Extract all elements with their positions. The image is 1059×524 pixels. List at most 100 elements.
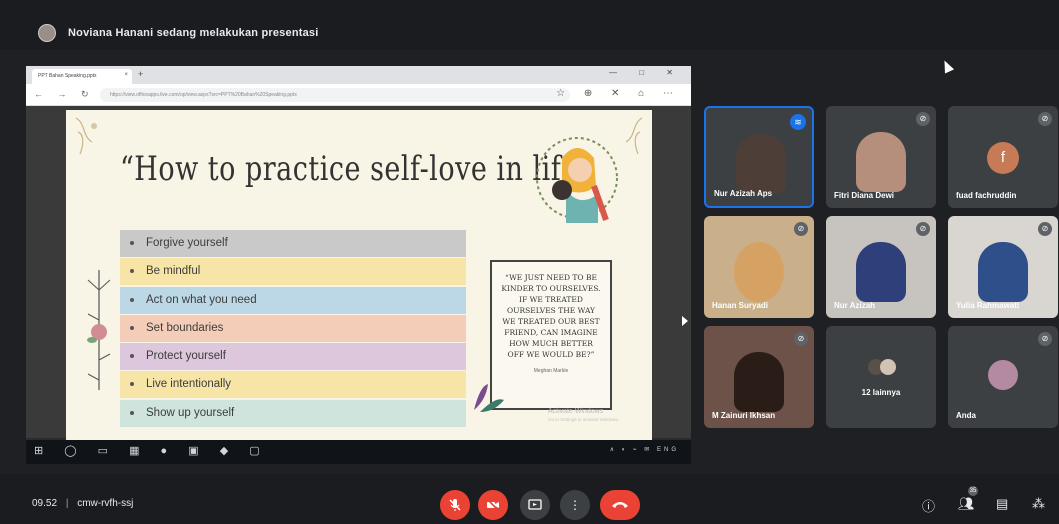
chat-icon[interactable]: ▤ (996, 496, 1008, 512)
avatar: f (987, 142, 1019, 174)
mic-off-icon: ⊘ (1038, 222, 1052, 236)
participants-count-badge: 35 (968, 486, 978, 496)
info-icon[interactable]: ⓘ (922, 496, 935, 515)
self-love-list: Forgive yourself Be mindful Act on what … (120, 230, 466, 428)
participant-tile[interactable]: ⊘ M Zainuri Ikhsan (704, 326, 814, 428)
bullet-icon (130, 269, 134, 274)
new-tab-icon[interactable]: + (138, 69, 143, 79)
browser-tab-title: PPT Bahan Speaking.pptx (38, 73, 97, 79)
shared-screen[interactable]: PPT Bahan Speaking.pptx × + — □ ✕ ← → ↻ … (26, 66, 691, 464)
bullet-icon (130, 297, 134, 302)
meeting-info: 09.52 | cmw-rvfh-ssj (32, 498, 133, 509)
mic-off-icon (449, 499, 461, 511)
tab-close-icon[interactable]: × (124, 72, 128, 78)
browser-toolbar-icons[interactable]: ☆ ⊕ ✕ ⌂ ⋯ (556, 88, 681, 99)
window-controls[interactable]: — □ ✕ (609, 68, 683, 77)
participant-video (978, 242, 1028, 302)
participant-name: Nur Azizah (834, 301, 876, 310)
list-item: Act on what you need (120, 286, 466, 314)
url-field[interactable]: https://view.officeapps.live.com/op/view… (100, 88, 570, 102)
participant-video (736, 134, 786, 194)
mic-off-icon: ⊘ (916, 112, 930, 126)
bullet-icon (130, 240, 134, 245)
clock-time: 09.52 (32, 498, 58, 509)
system-tray[interactable]: ∧ ◐ ⌁ ✉ ENG (610, 446, 679, 453)
mouse-cursor-icon (939, 58, 955, 74)
slide-viewport: “How to practice self-love in life” Forg… (26, 106, 691, 440)
list-item: Forgive yourself (120, 230, 466, 257)
mic-off-icon: ⊘ (1038, 332, 1052, 346)
participant-video (734, 242, 784, 302)
bullet-icon (130, 410, 134, 415)
camera-toggle-button[interactable] (478, 490, 508, 520)
participant-name: Anda (956, 411, 976, 420)
flourish-icon (75, 117, 97, 155)
leaf-decoration-icon (474, 384, 504, 412)
participant-tile[interactable]: ⊘ Hanan Suryadi (704, 216, 814, 318)
windows-taskbar: ⊞ ◯ ▭ ▦ ● ▣ ◆ ▢ ∧ ◐ ⌁ ✉ ENG (26, 440, 691, 464)
participant-name: M Zainuri Ikhsan (712, 411, 776, 420)
list-item: Show up yourself (120, 399, 466, 427)
audio-wave-icon: ≋ (790, 114, 806, 130)
quote-author: Meghan Markle (533, 368, 569, 374)
more-participants-tile[interactable]: 12 lainnya (826, 326, 936, 428)
activate-windows-title: Activate Windows (548, 408, 604, 415)
list-item: Protect yourself (120, 343, 466, 371)
mic-off-icon: ⊘ (916, 222, 930, 236)
bullet-icon (130, 325, 134, 330)
participant-name: Fitri Diana Dewi (834, 191, 895, 200)
bullet-icon (130, 382, 134, 387)
more-participants-count: 12 lainnya (861, 388, 901, 397)
list-item: Set boundaries (120, 314, 466, 342)
participant-name: Nur Azizah Aps (714, 189, 773, 198)
leave-call-button[interactable] (600, 490, 640, 520)
participant-video (856, 242, 906, 302)
participant-video (734, 352, 784, 412)
participant-video (856, 132, 906, 192)
browser-tab[interactable]: PPT Bahan Speaking.pptx × (32, 69, 132, 84)
avatar (988, 360, 1018, 390)
participant-tile[interactable]: ≋ Nur Azizah Aps (704, 106, 814, 208)
branch-decoration-icon (87, 270, 111, 390)
participant-tile[interactable]: f ⊘ fuad fachruddin (948, 106, 1058, 208)
browser-nav-icons[interactable]: ← → ↻ (34, 89, 95, 100)
mic-off-icon: ⊘ (794, 332, 808, 346)
participant-name: Hanan Suryadi (712, 301, 769, 310)
mic-off-icon: ⊘ (1038, 112, 1052, 126)
participant-tile[interactable]: ⊘ Fitri Diana Dewi (826, 106, 936, 208)
presentation-slide: “How to practice self-love in life” Forg… (66, 110, 652, 440)
browser-address-bar: ← → ↻ https://view.officeapps.live.com/o… (26, 84, 691, 106)
chevron-right-icon[interactable] (682, 316, 688, 326)
bottom-bar: 09.52 | cmw-rvfh-ssj ⋮ ⓘ 👥︎ 35 ▤ ⁂ (0, 474, 1059, 524)
present-screen-button[interactable] (520, 490, 550, 520)
list-item: Be mindful (120, 258, 466, 286)
quote-text: “We just need to be kinder to ourselves.… (501, 273, 601, 359)
participant-tile[interactable]: ⊘ Yulia Rahmawati (948, 216, 1058, 318)
meet-window: Noviana Hanani sedang melakukan presenta… (0, 0, 1059, 524)
list-item: Live intentionally (120, 371, 466, 399)
browser-tab-bar: PPT Bahan Speaking.pptx × + — □ ✕ (26, 66, 691, 84)
more-options-button[interactable]: ⋮ (560, 490, 590, 520)
activities-icon[interactable]: ⁂ (1032, 496, 1045, 512)
bullet-icon (130, 354, 134, 359)
mic-off-icon: ⊘ (794, 222, 808, 236)
participant-name: fuad fachruddin (956, 191, 1017, 200)
present-icon (528, 499, 542, 510)
slide-title: “How to practice self-love in life” (120, 150, 593, 189)
meeting-code: cmw-rvfh-ssj (77, 498, 134, 509)
participant-name: Yulia Rahmawati (956, 301, 1020, 310)
participant-tile[interactable]: ⊘ Nur Azizah (826, 216, 936, 318)
more-vertical-icon: ⋮ (569, 498, 581, 512)
presenter-banner: Noviana Hanani sedang melakukan presenta… (68, 27, 319, 39)
separator: | (65, 498, 69, 509)
woman-with-cat-illustration-icon (536, 137, 618, 223)
group-avatars-icon (868, 359, 896, 375)
people-icon[interactable]: 👥︎ (958, 496, 975, 512)
hang-up-icon (612, 502, 628, 508)
participant-tile[interactable]: ⊘ Anda (948, 326, 1058, 428)
taskbar-app-icons[interactable]: ⊞ ◯ ▭ ▦ ● ▣ ◆ ▢ (34, 444, 269, 457)
mic-toggle-button[interactable] (440, 490, 470, 520)
quote-box: “We just need to be kinder to ourselves.… (490, 260, 612, 410)
camera-off-icon (486, 498, 500, 512)
activate-windows-subtitle: Go to Settings to activate Windows. (548, 417, 620, 422)
